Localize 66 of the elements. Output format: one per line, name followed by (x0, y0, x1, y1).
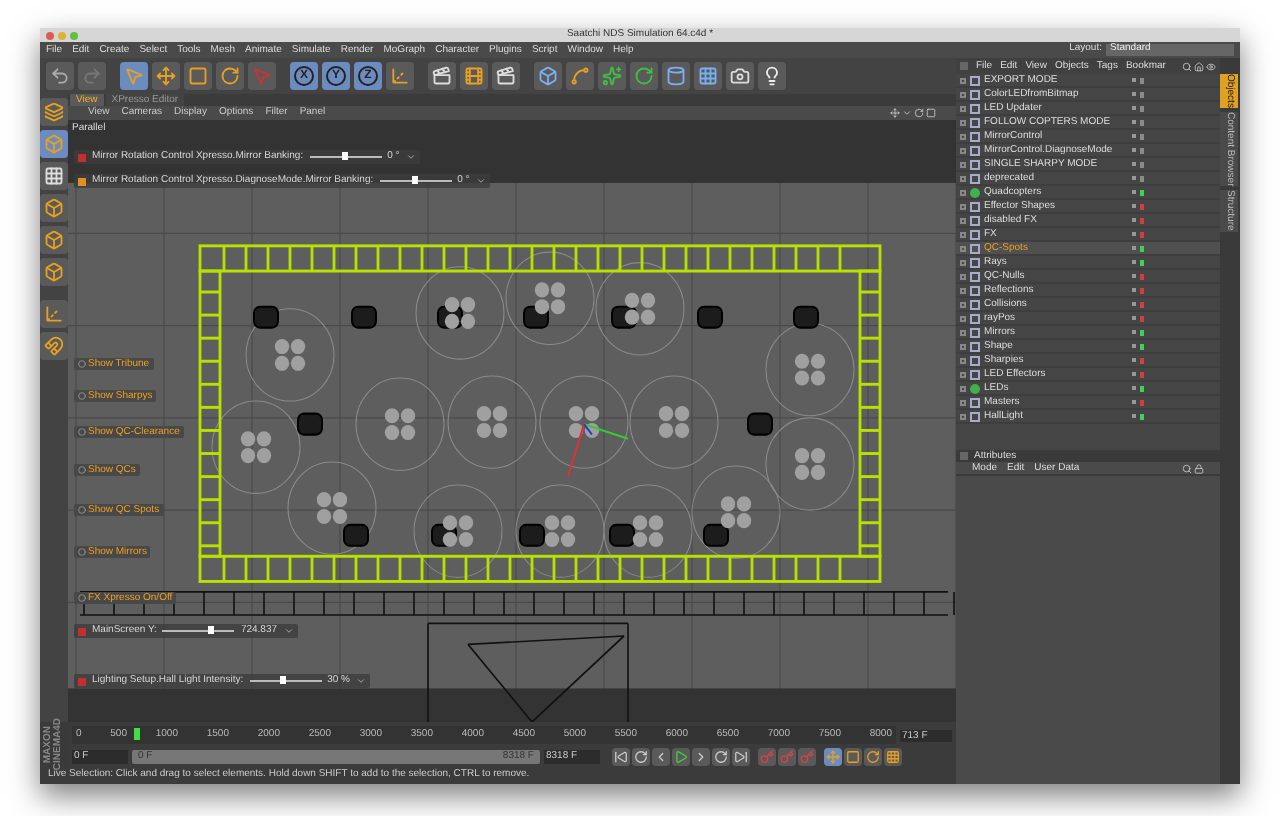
pointer-icon[interactable] (248, 62, 276, 90)
loop-icon[interactable] (632, 748, 650, 766)
grid-icon[interactable] (694, 62, 722, 90)
sparkle-icon[interactable] (598, 62, 626, 90)
rotate-icon[interactable] (216, 62, 244, 90)
cube-icon[interactable] (40, 226, 68, 254)
cube-icon[interactable] (40, 258, 68, 286)
close-icon[interactable] (46, 31, 54, 39)
lock-icon (1194, 463, 1204, 473)
play-icon[interactable] (672, 748, 690, 766)
step-back-icon[interactable] (652, 748, 670, 766)
hud-marker-icon (78, 677, 86, 685)
undo-icon[interactable] (46, 62, 74, 90)
move-icon[interactable] (824, 748, 842, 766)
clapperboard-icon[interactable] (492, 62, 520, 90)
clapperboard-icon[interactable] (428, 62, 456, 90)
hud-marker-icon (78, 177, 86, 185)
panel-handle-icon[interactable] (960, 62, 968, 70)
move-icon[interactable] (152, 62, 180, 90)
current-frame-marker[interactable] (134, 728, 140, 740)
redo-icon[interactable] (78, 62, 106, 90)
eye-icon (1206, 61, 1216, 71)
search-icon (1182, 61, 1192, 71)
axis-icon[interactable] (40, 300, 68, 328)
cloner-icon (970, 187, 980, 197)
cycle-icon[interactable] (630, 62, 658, 90)
pan-icon (890, 108, 900, 118)
cube-icon[interactable] (534, 62, 562, 90)
maximize-icon (926, 108, 936, 118)
loop-icon[interactable] (712, 748, 730, 766)
skip-forward-icon[interactable] (732, 748, 750, 766)
caret-icon (283, 626, 294, 636)
checker-icon[interactable] (40, 162, 68, 190)
coordinate-icon[interactable] (386, 62, 414, 90)
film-icon[interactable] (460, 62, 488, 90)
rotate-icon[interactable] (864, 748, 882, 766)
caret-icon (405, 152, 416, 162)
layers-icon[interactable] (40, 98, 68, 126)
magnet-icon[interactable] (40, 332, 68, 360)
slider-thumb[interactable] (208, 626, 215, 634)
orbit-icon (914, 108, 924, 118)
cloner-icon (970, 383, 980, 393)
caret-icon (475, 176, 486, 186)
slider-thumb[interactable] (280, 676, 287, 684)
search-icon (1182, 463, 1192, 473)
lightbulb-icon[interactable] (758, 62, 786, 90)
caret-icon (356, 676, 367, 686)
grid-icon[interactable] (884, 748, 902, 766)
hud-marker-icon (78, 153, 86, 161)
record-icon[interactable] (758, 748, 776, 766)
record-icon[interactable] (798, 748, 816, 766)
skip-back-icon[interactable] (612, 748, 630, 766)
cube-icon[interactable] (40, 194, 68, 222)
scale-icon[interactable] (184, 62, 212, 90)
slider-thumb[interactable] (342, 152, 349, 160)
home-icon (1194, 61, 1204, 71)
slider-thumb[interactable] (412, 176, 419, 184)
scale-icon[interactable] (844, 748, 862, 766)
record-icon[interactable] (778, 748, 796, 766)
circle-icon (78, 594, 86, 602)
pointer-icon[interactable] (120, 62, 148, 90)
hud-marker-icon (78, 627, 86, 635)
step-forward-icon[interactable] (692, 748, 710, 766)
spline-icon[interactable] (566, 62, 594, 90)
cylinder-icon[interactable] (662, 62, 690, 90)
camera-icon[interactable] (726, 62, 754, 90)
